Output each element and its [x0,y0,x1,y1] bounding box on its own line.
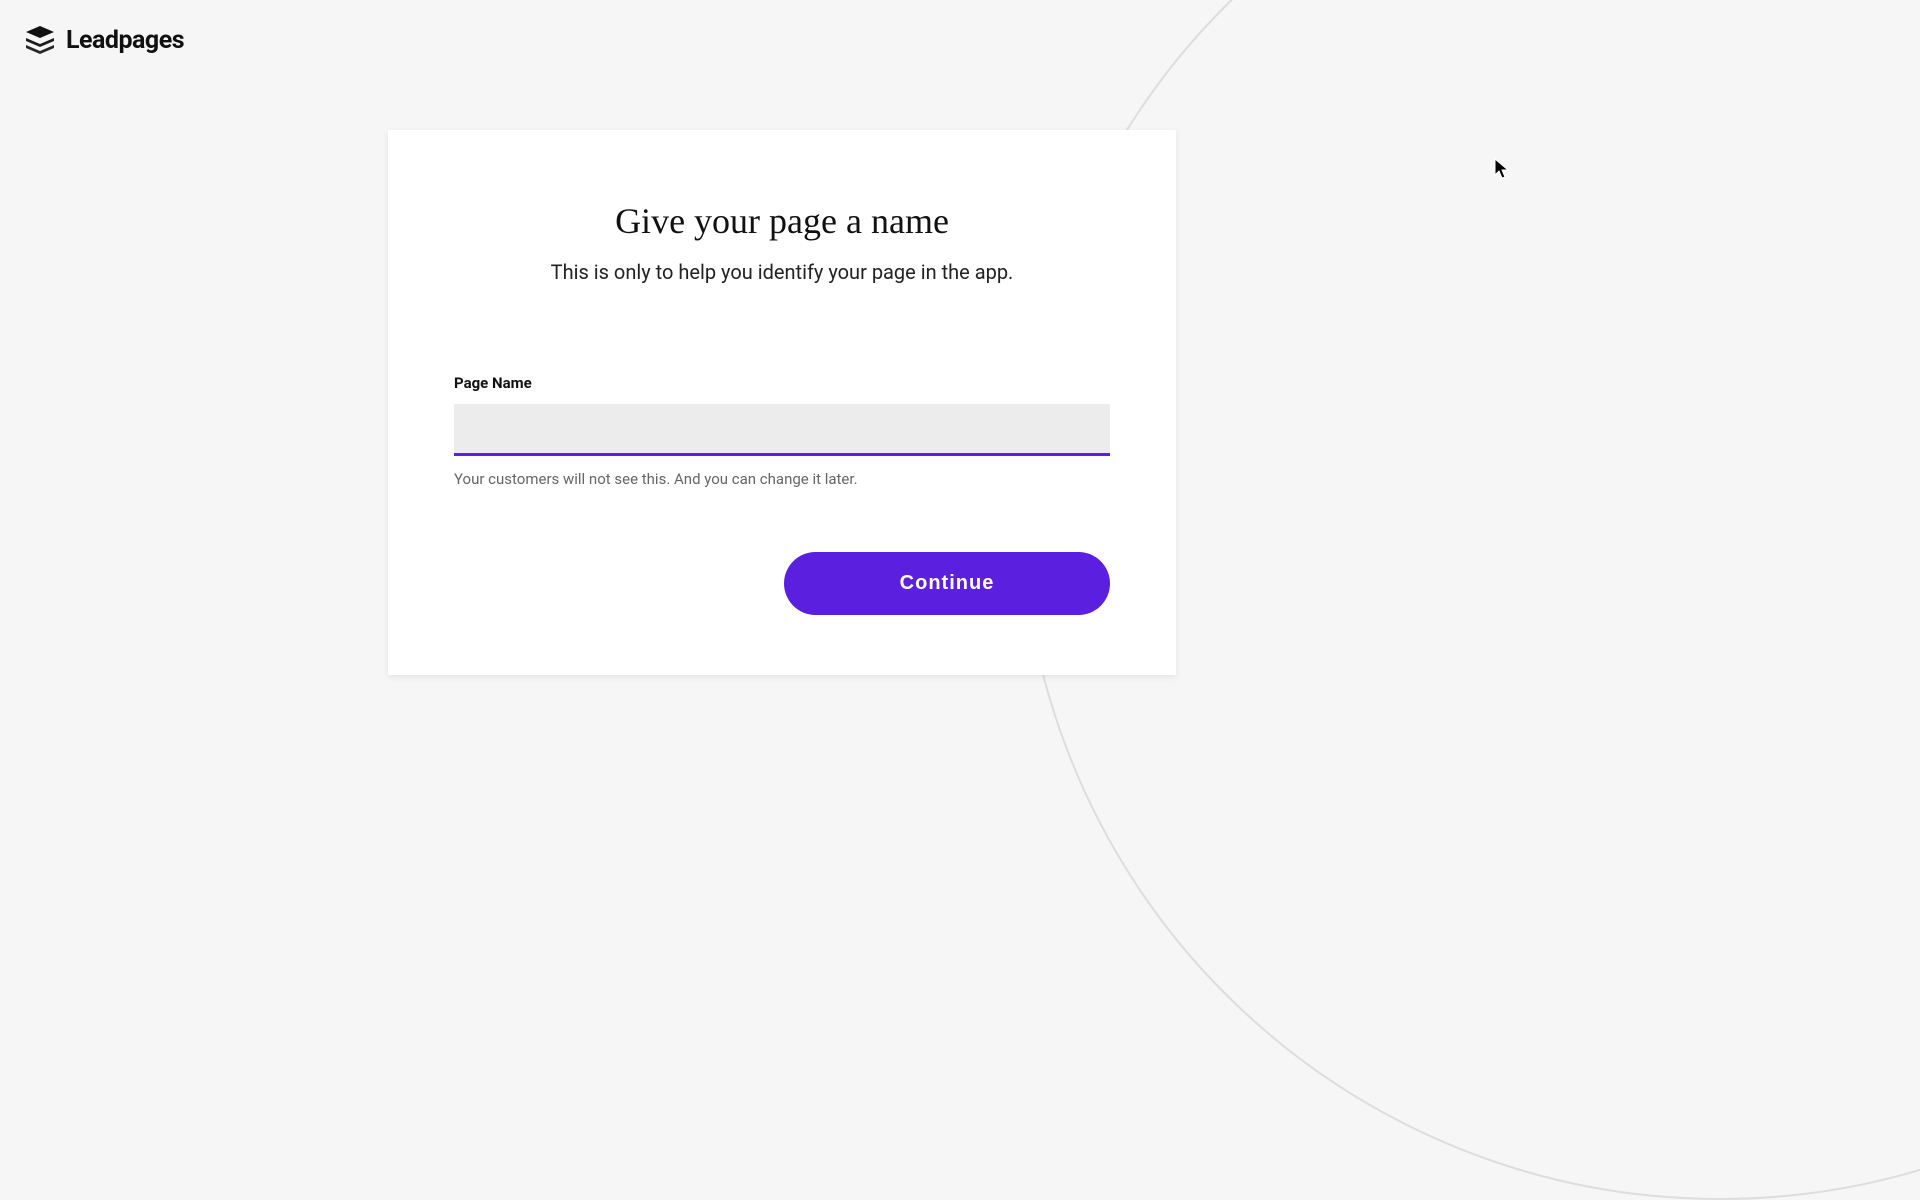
page-name-label: Page Name [454,374,1110,392]
brand-name: Leadpages [66,26,184,55]
button-row: Continue [454,552,1110,615]
page-name-card: Give your page a name This is only to he… [388,130,1176,675]
page-name-input[interactable] [454,404,1110,456]
card-subtitle: This is only to help you identify your p… [454,260,1110,284]
page-name-helper: Your customers will not see this. And yo… [454,470,1110,488]
leadpages-logo-icon [22,22,58,58]
continue-button[interactable]: Continue [784,552,1110,615]
card-title: Give your page a name [454,200,1110,242]
cursor-icon [1494,158,1512,184]
brand-logo: Leadpages [22,22,184,58]
